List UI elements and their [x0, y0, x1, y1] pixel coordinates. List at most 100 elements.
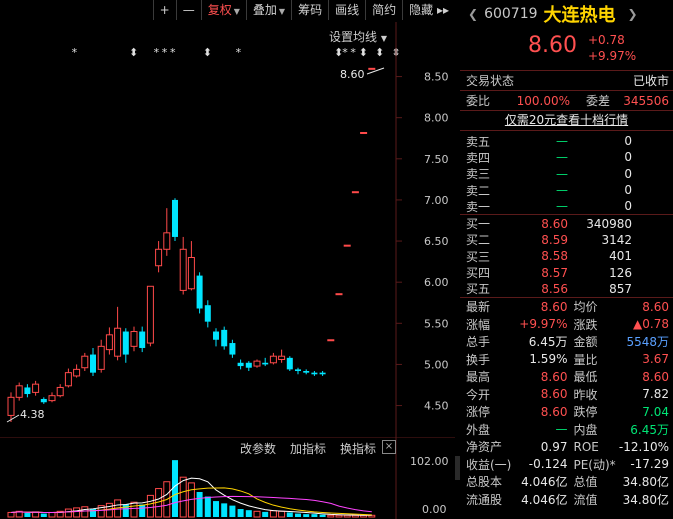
stat-value: -12.10%: [618, 439, 669, 454]
stat-label: 昨收: [573, 387, 598, 402]
price-tick-label: 5.50: [424, 317, 449, 330]
volume-bar: [213, 501, 219, 517]
volume-bar: [64, 508, 72, 518]
volume-bar: [303, 514, 310, 517]
stat-label: 均价: [573, 300, 598, 315]
candle: [163, 208, 171, 256]
price-tick-label: 6.50: [424, 235, 449, 248]
volume-bar: [237, 509, 244, 517]
stat-label: 换手: [466, 352, 491, 367]
double-arrow-icon: ▸▸: [436, 3, 449, 17]
book-price: 8.59: [541, 232, 568, 247]
order-ratio-row: 委比 100.00% 委差 345506: [460, 91, 673, 110]
volume-bar: [343, 514, 351, 518]
candle: [253, 359, 261, 368]
kline-chart-area[interactable]: + — 复权 ▼ 叠加 ▼ 筹码 画线 简约 隐藏 ▸▸ 设置均线 ▼ * ⬍ * * * ⬍…: [0, 0, 455, 519]
order-diff-value: 345506: [623, 93, 669, 108]
candle: [105, 327, 113, 355]
stats-row: 收益(一) -0.124 PE(动)* -17.29: [460, 455, 673, 473]
candle: [179, 236, 187, 295]
stat-value: 34.80亿: [622, 492, 669, 507]
candle: [139, 326, 146, 353]
stat-value: 8.60: [540, 404, 568, 419]
add-indicator-button[interactable]: 加指标: [290, 440, 326, 457]
chips-button[interactable]: 筹码: [291, 0, 328, 20]
event-marker[interactable]: ⬍: [359, 46, 368, 59]
edit-params-button[interactable]: 改参数: [240, 440, 276, 457]
ten-level-promo-link[interactable]: 仅需20元查看十档行情: [460, 111, 673, 130]
zoom-out-button[interactable]: —: [175, 0, 201, 20]
prev-stock-icon[interactable]: ❮: [468, 7, 478, 21]
price-change: +0.78 +9.97%: [588, 32, 636, 64]
close-indicator-button[interactable]: ×: [382, 440, 396, 454]
event-marker[interactable]: *: [350, 46, 356, 59]
event-marker[interactable]: *: [162, 46, 168, 59]
book-level-label: 买一: [466, 217, 491, 232]
price-quote: 8.60 +0.78 +9.97%: [460, 28, 673, 71]
candle: [351, 191, 359, 194]
order-ratio-value: 100.00%: [516, 93, 570, 108]
candle: [269, 352, 277, 365]
price-tick-label: 8.00: [424, 112, 449, 125]
candle: [221, 326, 228, 350]
draw-line-button[interactable]: 画线: [328, 0, 365, 20]
event-marker[interactable]: *: [170, 46, 176, 59]
hide-button[interactable]: 隐藏 ▸▸: [402, 0, 455, 20]
stat-value: 6.45万: [630, 422, 669, 437]
stats-row: 外盘 — 内盘 6.45万: [460, 420, 673, 438]
event-marker[interactable]: *: [72, 46, 78, 59]
zoom-in-button[interactable]: +: [152, 0, 176, 20]
event-marker[interactable]: *: [154, 46, 160, 59]
event-marker[interactable]: *: [236, 46, 242, 59]
change-percent: +9.97%: [588, 49, 637, 63]
stat-value: 4.046亿: [521, 492, 568, 507]
stats-row: 涨停 8.60 跌停 7.04: [460, 403, 673, 421]
volume-bar: [253, 510, 261, 518]
candle: [7, 392, 15, 422]
stat-label: 净资产: [466, 440, 503, 455]
stat-value: 8.60: [540, 369, 568, 384]
stat-label: 最低: [573, 370, 598, 385]
book-level-label: 卖五: [466, 134, 491, 149]
next-stock-icon[interactable]: ❯: [628, 7, 638, 21]
book-level-label: 卖四: [466, 150, 491, 165]
candle: [24, 384, 31, 398]
overlay-dropdown[interactable]: 叠加 ▼: [245, 0, 291, 20]
price-tick-label: 8.50: [424, 71, 449, 84]
indicator-toolbar: 改参数 加指标 换指标: [240, 440, 376, 457]
trade-status-row: 交易状态 已收市: [460, 71, 673, 90]
event-marker[interactable]: ⬍: [203, 46, 212, 59]
caret-down-icon: ▼: [278, 7, 286, 16]
volume-bar: [130, 501, 138, 518]
candle: [56, 384, 64, 398]
switch-indicator-button[interactable]: 换指标: [340, 440, 376, 457]
last-price: 8.60: [528, 33, 577, 58]
brief-button[interactable]: 简约: [365, 0, 402, 20]
book-price: 8.56: [541, 281, 568, 296]
stat-label: 流值: [573, 492, 598, 507]
trade-status-label: 交易状态: [466, 74, 515, 88]
volume-bar: [229, 505, 236, 517]
book-volume: 0: [624, 166, 632, 181]
event-marker[interactable]: ⬍: [375, 46, 384, 59]
stock-header: ❮ 600719 大连热电 ❯: [460, 0, 673, 28]
stat-label: 总手: [466, 335, 491, 350]
stats-row: 净资产 0.97 ROE -12.10%: [460, 438, 673, 456]
event-marker[interactable]: *: [342, 46, 348, 59]
book-price: 8.57: [541, 265, 568, 280]
stat-label: 今开: [466, 387, 491, 402]
adjust-dropdown[interactable]: 复权 ▼: [200, 0, 246, 20]
candle: [303, 369, 310, 375]
price-candle-panel[interactable]: * ⬍ * * * ⬍ * ⬍* * ⬍ ⬍ ⬍ 8.508.007.507.006.506.005.…: [0, 22, 455, 437]
stat-label: 涨跌: [573, 317, 598, 332]
book-row: 卖四 — 0: [460, 149, 673, 165]
book-price: —: [556, 183, 568, 198]
volume-bar: [139, 504, 146, 517]
book-price: —: [556, 134, 568, 149]
book-price: 8.60: [541, 216, 568, 231]
stats-row: 换手 1.59% 量比 3.67: [460, 350, 673, 368]
book-row: 买五 8.56 857: [460, 281, 673, 297]
event-marker[interactable]: ⬍: [129, 46, 138, 59]
volume-bar: [295, 513, 301, 517]
book-volume: 0: [624, 183, 632, 198]
